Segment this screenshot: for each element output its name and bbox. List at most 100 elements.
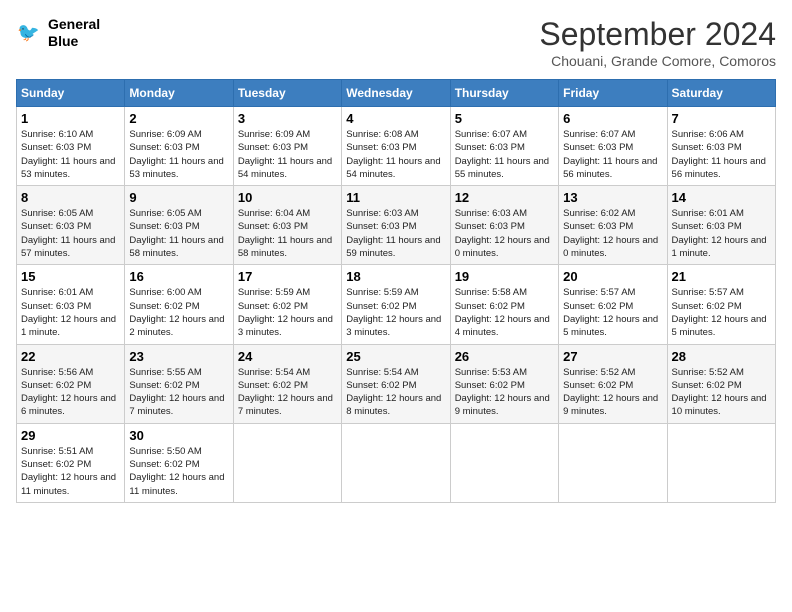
col-header-saturday: Saturday <box>667 80 775 107</box>
calendar-cell: 6 Sunrise: 6:07 AMSunset: 6:03 PMDayligh… <box>559 107 667 186</box>
day-info: Sunrise: 6:10 AMSunset: 6:03 PMDaylight:… <box>21 128 120 181</box>
day-info: Sunrise: 5:55 AMSunset: 6:02 PMDaylight:… <box>129 366 228 419</box>
week-row-5: 29 Sunrise: 5:51 AMSunset: 6:02 PMDaylig… <box>17 423 776 502</box>
day-number: 14 <box>672 190 771 205</box>
calendar-cell: 21 Sunrise: 5:57 AMSunset: 6:02 PMDaylig… <box>667 265 775 344</box>
logo-line1: General <box>48 16 100 33</box>
day-number: 9 <box>129 190 228 205</box>
day-number: 24 <box>238 349 337 364</box>
day-info: Sunrise: 6:08 AMSunset: 6:03 PMDaylight:… <box>346 128 445 181</box>
calendar-cell: 22 Sunrise: 5:56 AMSunset: 6:02 PMDaylig… <box>17 344 125 423</box>
day-number: 12 <box>455 190 554 205</box>
day-info: Sunrise: 5:50 AMSunset: 6:02 PMDaylight:… <box>129 445 228 498</box>
day-number: 19 <box>455 269 554 284</box>
col-header-tuesday: Tuesday <box>233 80 341 107</box>
day-number: 25 <box>346 349 445 364</box>
col-header-wednesday: Wednesday <box>342 80 450 107</box>
day-info: Sunrise: 5:58 AMSunset: 6:02 PMDaylight:… <box>455 286 554 339</box>
logo: 🐦 General Blue <box>16 16 100 50</box>
calendar-cell: 11 Sunrise: 6:03 AMSunset: 6:03 PMDaylig… <box>342 186 450 265</box>
day-info: Sunrise: 5:51 AMSunset: 6:02 PMDaylight:… <box>21 445 120 498</box>
calendar-cell: 19 Sunrise: 5:58 AMSunset: 6:02 PMDaylig… <box>450 265 558 344</box>
week-row-3: 15 Sunrise: 6:01 AMSunset: 6:03 PMDaylig… <box>17 265 776 344</box>
calendar-cell <box>450 423 558 502</box>
calendar-cell: 16 Sunrise: 6:00 AMSunset: 6:02 PMDaylig… <box>125 265 233 344</box>
calendar-cell: 28 Sunrise: 5:52 AMSunset: 6:02 PMDaylig… <box>667 344 775 423</box>
calendar-cell: 1 Sunrise: 6:10 AMSunset: 6:03 PMDayligh… <box>17 107 125 186</box>
day-info: Sunrise: 5:57 AMSunset: 6:02 PMDaylight:… <box>672 286 771 339</box>
day-number: 15 <box>21 269 120 284</box>
calendar-cell <box>233 423 341 502</box>
calendar-cell: 15 Sunrise: 6:01 AMSunset: 6:03 PMDaylig… <box>17 265 125 344</box>
day-info: Sunrise: 6:06 AMSunset: 6:03 PMDaylight:… <box>672 128 771 181</box>
calendar-cell: 23 Sunrise: 5:55 AMSunset: 6:02 PMDaylig… <box>125 344 233 423</box>
logo-text: General Blue <box>48 16 100 50</box>
calendar-table: SundayMondayTuesdayWednesdayThursdayFrid… <box>16 79 776 503</box>
day-info: Sunrise: 6:05 AMSunset: 6:03 PMDaylight:… <box>129 207 228 260</box>
day-number: 11 <box>346 190 445 205</box>
title-area: September 2024 Chouani, Grande Comore, C… <box>539 16 776 69</box>
day-number: 6 <box>563 111 662 126</box>
day-number: 7 <box>672 111 771 126</box>
col-header-monday: Monday <box>125 80 233 107</box>
day-number: 10 <box>238 190 337 205</box>
day-info: Sunrise: 5:59 AMSunset: 6:02 PMDaylight:… <box>238 286 337 339</box>
calendar-cell: 9 Sunrise: 6:05 AMSunset: 6:03 PMDayligh… <box>125 186 233 265</box>
calendar-cell: 30 Sunrise: 5:50 AMSunset: 6:02 PMDaylig… <box>125 423 233 502</box>
day-number: 20 <box>563 269 662 284</box>
day-number: 1 <box>21 111 120 126</box>
calendar-cell <box>667 423 775 502</box>
day-info: Sunrise: 6:05 AMSunset: 6:03 PMDaylight:… <box>21 207 120 260</box>
day-info: Sunrise: 6:03 AMSunset: 6:03 PMDaylight:… <box>455 207 554 260</box>
col-header-sunday: Sunday <box>17 80 125 107</box>
calendar-cell: 24 Sunrise: 5:54 AMSunset: 6:02 PMDaylig… <box>233 344 341 423</box>
day-info: Sunrise: 6:07 AMSunset: 6:03 PMDaylight:… <box>563 128 662 181</box>
day-info: Sunrise: 5:54 AMSunset: 6:02 PMDaylight:… <box>238 366 337 419</box>
svg-text:🐦: 🐦 <box>17 22 40 42</box>
calendar-header: SundayMondayTuesdayWednesdayThursdayFrid… <box>17 80 776 107</box>
day-info: Sunrise: 6:09 AMSunset: 6:03 PMDaylight:… <box>238 128 337 181</box>
calendar-cell: 13 Sunrise: 6:02 AMSunset: 6:03 PMDaylig… <box>559 186 667 265</box>
day-info: Sunrise: 5:59 AMSunset: 6:02 PMDaylight:… <box>346 286 445 339</box>
page-header: 🐦 General Blue September 2024 Chouani, G… <box>16 16 776 69</box>
day-info: Sunrise: 6:01 AMSunset: 6:03 PMDaylight:… <box>672 207 771 260</box>
calendar-cell: 20 Sunrise: 5:57 AMSunset: 6:02 PMDaylig… <box>559 265 667 344</box>
calendar-cell: 12 Sunrise: 6:03 AMSunset: 6:03 PMDaylig… <box>450 186 558 265</box>
calendar-cell: 3 Sunrise: 6:09 AMSunset: 6:03 PMDayligh… <box>233 107 341 186</box>
calendar-cell: 10 Sunrise: 6:04 AMSunset: 6:03 PMDaylig… <box>233 186 341 265</box>
calendar-cell <box>342 423 450 502</box>
logo-icon: 🐦 <box>16 19 44 47</box>
calendar-cell: 14 Sunrise: 6:01 AMSunset: 6:03 PMDaylig… <box>667 186 775 265</box>
col-header-thursday: Thursday <box>450 80 558 107</box>
day-info: Sunrise: 5:56 AMSunset: 6:02 PMDaylight:… <box>21 366 120 419</box>
day-number: 8 <box>21 190 120 205</box>
day-info: Sunrise: 5:54 AMSunset: 6:02 PMDaylight:… <box>346 366 445 419</box>
day-info: Sunrise: 5:52 AMSunset: 6:02 PMDaylight:… <box>563 366 662 419</box>
month-title: September 2024 <box>539 16 776 53</box>
day-number: 13 <box>563 190 662 205</box>
calendar-cell: 7 Sunrise: 6:06 AMSunset: 6:03 PMDayligh… <box>667 107 775 186</box>
day-number: 17 <box>238 269 337 284</box>
day-info: Sunrise: 6:01 AMSunset: 6:03 PMDaylight:… <box>21 286 120 339</box>
calendar-cell: 17 Sunrise: 5:59 AMSunset: 6:02 PMDaylig… <box>233 265 341 344</box>
day-number: 27 <box>563 349 662 364</box>
day-info: Sunrise: 6:07 AMSunset: 6:03 PMDaylight:… <box>455 128 554 181</box>
day-number: 16 <box>129 269 228 284</box>
day-number: 5 <box>455 111 554 126</box>
calendar-cell: 25 Sunrise: 5:54 AMSunset: 6:02 PMDaylig… <box>342 344 450 423</box>
col-header-friday: Friday <box>559 80 667 107</box>
day-info: Sunrise: 5:52 AMSunset: 6:02 PMDaylight:… <box>672 366 771 419</box>
logo-line2: Blue <box>48 33 100 50</box>
day-info: Sunrise: 5:57 AMSunset: 6:02 PMDaylight:… <box>563 286 662 339</box>
day-number: 2 <box>129 111 228 126</box>
location-subtitle: Chouani, Grande Comore, Comoros <box>539 53 776 69</box>
week-row-4: 22 Sunrise: 5:56 AMSunset: 6:02 PMDaylig… <box>17 344 776 423</box>
day-number: 23 <box>129 349 228 364</box>
day-number: 3 <box>238 111 337 126</box>
day-info: Sunrise: 5:53 AMSunset: 6:02 PMDaylight:… <box>455 366 554 419</box>
day-number: 4 <box>346 111 445 126</box>
calendar-cell: 29 Sunrise: 5:51 AMSunset: 6:02 PMDaylig… <box>17 423 125 502</box>
calendar-cell <box>559 423 667 502</box>
day-number: 21 <box>672 269 771 284</box>
calendar-cell: 5 Sunrise: 6:07 AMSunset: 6:03 PMDayligh… <box>450 107 558 186</box>
